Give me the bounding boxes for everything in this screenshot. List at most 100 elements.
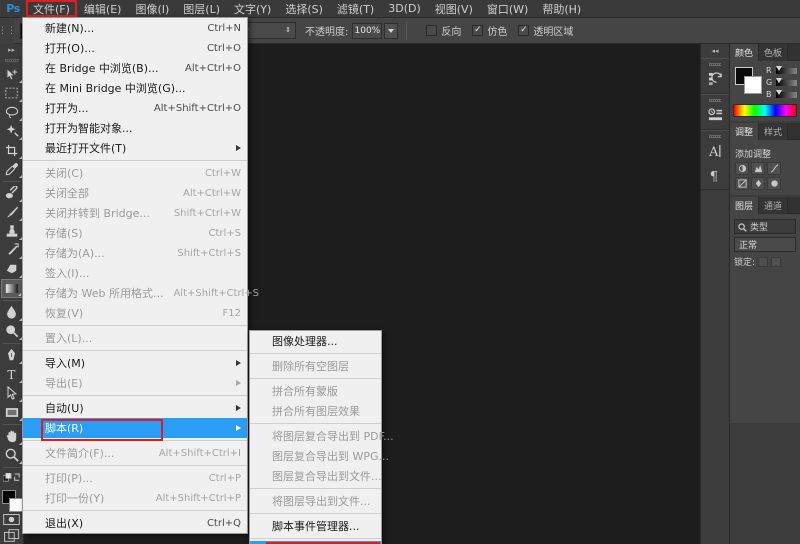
rgb-channel-b[interactable]: B [766, 89, 797, 100]
menu-item-4[interactable]: 打开为... Alt+Shift+Ctrl+O [23, 98, 247, 118]
rail-grip[interactable] [709, 63, 721, 66]
screen-mode-icon[interactable] [1, 528, 23, 544]
curves-icon[interactable] [767, 162, 781, 175]
menu-item-27[interactable]: 打印(P)... Ctrl+P [23, 468, 247, 488]
lock-transparent-pixels-icon[interactable] [758, 256, 769, 267]
menu-item-2[interactable]: 在 Bridge 中浏览(B)... Alt+Ctrl+O [23, 58, 247, 78]
menu-item-2[interactable]: 删除所有空图层 [250, 356, 381, 376]
paragraph-panel-icon[interactable]: ¶ [702, 163, 728, 187]
menubar-item-3[interactable]: 图层(L) [176, 1, 227, 17]
vibrance-icon[interactable] [751, 177, 765, 190]
rgb-channel-slider[interactable] [776, 65, 797, 74]
hue-saturation-icon[interactable] [767, 177, 781, 190]
hand-tool[interactable] [1, 427, 23, 446]
menu-item-4[interactable]: 拼合所有蒙版 [250, 381, 381, 401]
menubar-item-2[interactable]: 图像(I) [128, 1, 176, 17]
menubar-item-6[interactable]: 滤镜(T) [330, 1, 381, 17]
rail-collapse-icon[interactable]: ◂◂ [700, 44, 730, 58]
dodge-tool[interactable] [1, 322, 23, 341]
color-spectrum-ramp[interactable] [733, 104, 797, 117]
menubar-item-5[interactable]: 选择(S) [278, 1, 330, 17]
menu-item-12[interactable]: 存储为(A)... Shift+Ctrl+S [23, 243, 247, 263]
menu-item-14[interactable]: 存储为 Web 所用格式... Alt+Shift+Ctrl+S [23, 283, 259, 303]
menu-item-7[interactable]: 将图层复合导出到 PDF... [250, 426, 394, 446]
menu-item-20[interactable]: 导出(E) [23, 373, 247, 393]
menubar-item-10[interactable]: 帮助(H) [535, 1, 588, 17]
opacity-chevron-down-icon[interactable] [384, 22, 399, 39]
quick-selection-tool[interactable] [1, 122, 23, 141]
brightness-contrast-icon[interactable] [735, 162, 749, 175]
rgb-slider-knob[interactable] [776, 65, 782, 71]
pen-tool[interactable] [1, 346, 23, 365]
menu-item-15[interactable]: 恢复(V) F12 [23, 303, 247, 323]
menu-item-8[interactable]: 图层复合导出到 WPG... [250, 446, 389, 466]
tools-grip[interactable] [0, 57, 24, 65]
tab-channels[interactable]: 通道 [759, 197, 789, 214]
layer-filter-row[interactable]: 类型 [734, 219, 796, 234]
menu-item-0[interactable]: 图像处理器... [250, 331, 381, 351]
lasso-tool[interactable] [1, 103, 23, 122]
menu-item-11[interactable]: 将图层导出到文件... [250, 491, 381, 511]
rectangle-tool[interactable] [1, 403, 23, 422]
actions-panel-icon[interactable] [702, 103, 728, 127]
checkbox-unchecked-icon[interactable] [426, 25, 438, 36]
menu-item-23[interactable]: 脚本(R) [23, 418, 247, 441]
menu-item-5[interactable]: 拼合所有图层效果 [250, 401, 381, 421]
spot-healing-brush-tool[interactable] [1, 184, 23, 203]
menu-item-13[interactable]: 签入(I)... [23, 263, 247, 283]
menu-item-22[interactable]: 自动(U) [23, 398, 247, 418]
menu-item-25[interactable]: 文件简介(F)... Alt+Shift+Ctrl+I [23, 443, 247, 463]
foreground-background-color[interactable] [0, 488, 24, 512]
rgb-channel-slider[interactable] [776, 89, 797, 98]
menu-item-1[interactable]: 打开(O)... Ctrl+O [23, 38, 247, 58]
menu-item-17[interactable]: 置入(L)... [23, 328, 247, 348]
menu-item-30[interactable]: 退出(X) Ctrl+Q [23, 513, 247, 533]
stepper-icon[interactable]: ⇕ [285, 27, 291, 34]
tools-collapse-icon[interactable]: ▸▸ [0, 44, 24, 57]
rectangular-marquee-tool[interactable] [1, 84, 23, 103]
levels-icon[interactable] [751, 162, 765, 175]
background-color-swatch[interactable] [8, 497, 23, 512]
blur-tool[interactable] [1, 303, 23, 322]
rgb-channel-g[interactable]: G [766, 77, 797, 88]
menubar-item-8[interactable]: 视图(V) [428, 1, 480, 17]
checkbox-checked-icon[interactable]: ✓ [472, 25, 484, 36]
menu-item-5[interactable]: 打开为智能对象... [23, 118, 247, 138]
tab-adjustments[interactable]: 调整 [730, 123, 760, 140]
menubar-item-7[interactable]: 3D(D) [381, 1, 428, 17]
eraser-tool[interactable] [1, 260, 23, 279]
path-selection-tool[interactable] [1, 384, 23, 403]
color-panel-swatches[interactable] [735, 67, 763, 95]
rgb-slider-knob[interactable] [776, 89, 782, 95]
menubar-item-4[interactable]: 文字(Y) [227, 1, 278, 17]
tab-color[interactable]: 颜色 [730, 44, 760, 61]
brush-tool[interactable] [1, 203, 23, 222]
zoom-tool[interactable] [1, 446, 23, 465]
rgb-slider-knob[interactable] [776, 77, 782, 83]
menu-item-11[interactable]: 存储(S) Ctrl+S [23, 223, 247, 243]
color-background-swatch[interactable] [744, 76, 762, 94]
default-colors-icon[interactable] [1, 470, 23, 486]
tab-swatches[interactable]: 色板 [759, 44, 789, 61]
checkbox-checked-icon[interactable]: ✓ [518, 25, 530, 36]
clone-stamp-tool[interactable] [1, 222, 23, 241]
scripts-submenu-dropdown[interactable]: 图像处理器... 删除所有空图层 拼合所有蒙版 拼合所有图层效果 将图层复合导出到 PD… [249, 330, 394, 544]
eyedropper-tool[interactable] [1, 160, 23, 179]
menu-item-8[interactable]: 关闭(C) Ctrl+W [23, 163, 247, 183]
menubar-item-0[interactable]: 文件(F) [26, 0, 77, 17]
quick-mask-icon[interactable] [1, 511, 23, 527]
menu-item-13[interactable]: 脚本事件管理器... [250, 516, 381, 536]
option-checkbox-0[interactable]: 反向 [426, 23, 461, 38]
menu-item-10[interactable]: 关闭并转到 Bridge... Shift+Ctrl+W [23, 203, 247, 223]
crop-tool[interactable] [1, 141, 23, 160]
layers-list[interactable] [732, 271, 798, 421]
lock-image-pixels-icon[interactable] [771, 256, 782, 267]
option-checkbox-2[interactable]: ✓ 透明区域 [518, 23, 573, 38]
menubar-item-1[interactable]: 编辑(E) [77, 1, 129, 17]
exposure-icon[interactable] [735, 177, 749, 190]
menu-item-9[interactable]: 图层复合导出到文件... [250, 466, 382, 486]
rail-grip[interactable] [709, 99, 721, 102]
horizontal-type-tool[interactable]: T [1, 365, 23, 384]
layer-blend-mode-select[interactable]: 正常 [734, 237, 796, 252]
rgb-channel-slider[interactable] [776, 77, 797, 86]
